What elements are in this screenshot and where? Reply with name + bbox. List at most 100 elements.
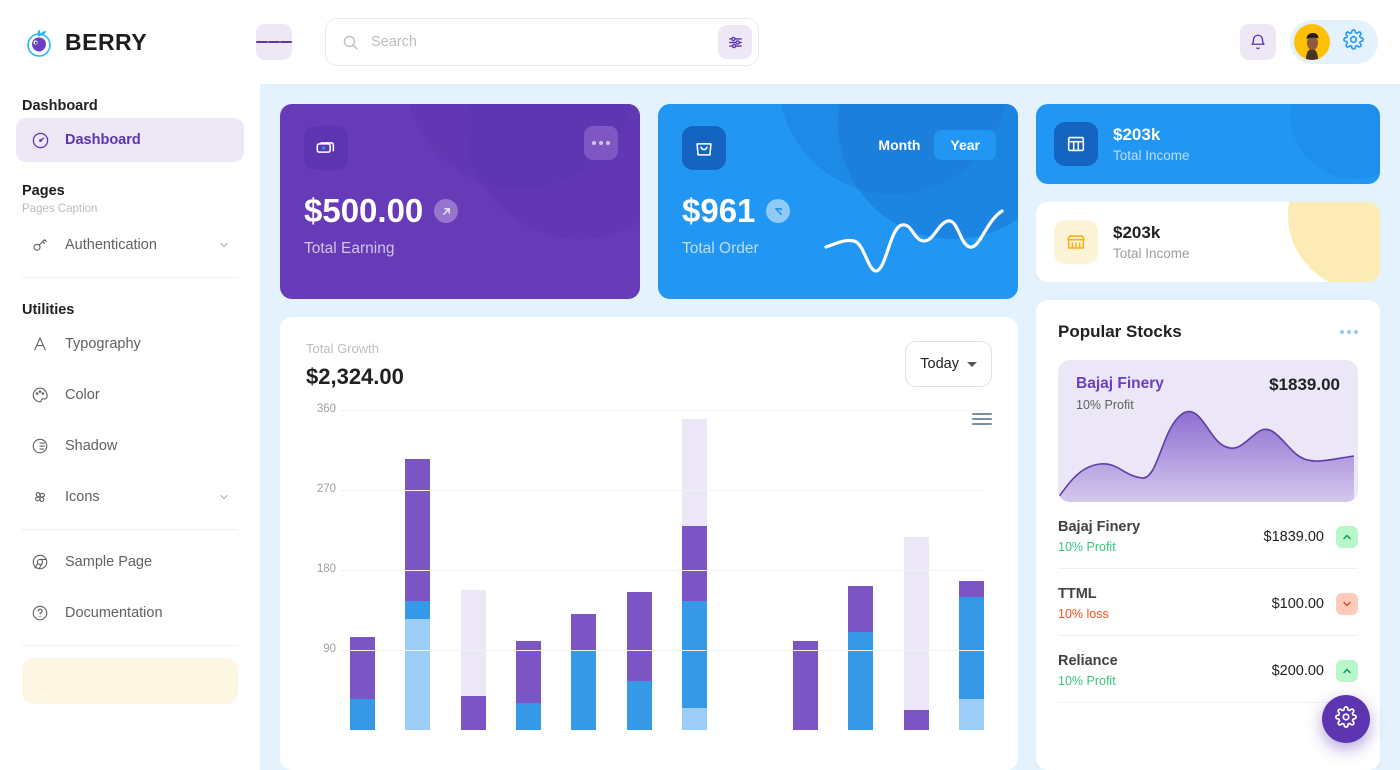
stock-change: 10% Profit bbox=[1058, 674, 1116, 688]
stock-row[interactable]: TTML 10% loss $100.00 bbox=[1058, 569, 1358, 636]
chart-bar-column[interactable] bbox=[682, 418, 708, 730]
sidebar-item-authentication[interactable]: Authentication bbox=[16, 223, 244, 267]
trend-down-icon bbox=[766, 199, 791, 223]
chevron-down-icon bbox=[1336, 592, 1358, 615]
growth-range-select[interactable]: Today bbox=[905, 341, 992, 387]
chart-bar-segment bbox=[460, 696, 486, 730]
store-icon bbox=[1054, 220, 1098, 264]
stock-name: Bajaj Finery bbox=[1058, 519, 1141, 535]
total-order-card: Month Year $961 Total Order bbox=[658, 104, 1018, 299]
chart-bar-segment bbox=[350, 698, 375, 730]
chevron-down-icon bbox=[218, 491, 230, 503]
chart-bar-column[interactable] bbox=[903, 537, 929, 730]
chart-bar-segment bbox=[903, 537, 929, 711]
chart-bar-segment bbox=[848, 586, 874, 633]
chart-y-tick: 360 bbox=[316, 403, 336, 415]
sidebar-item-color[interactable]: Color bbox=[16, 373, 244, 417]
icons-pinwheel-icon bbox=[30, 487, 50, 507]
chart-bar-segment bbox=[571, 650, 597, 730]
sidebar-item-label: Dashboard bbox=[65, 132, 141, 148]
search-input[interactable] bbox=[359, 34, 718, 50]
chart-gridline bbox=[340, 570, 984, 571]
chart-bar-column[interactable] bbox=[516, 641, 542, 730]
period-year-button[interactable]: Year bbox=[934, 130, 996, 160]
sidebar-item-typography[interactable]: Typography bbox=[16, 322, 244, 366]
sidebar-item-icons[interactable]: Icons bbox=[16, 475, 244, 519]
main-left-column: $500.00 Total Earning Month Year $961 To… bbox=[280, 104, 1018, 770]
sidebar-item-label: Authentication bbox=[65, 237, 157, 253]
settings-fab-button[interactable] bbox=[1322, 695, 1370, 743]
user-avatar bbox=[1294, 24, 1330, 60]
filter-sliders-icon[interactable] bbox=[718, 25, 752, 59]
stock-row-text: Reliance 10% Profit bbox=[1058, 653, 1118, 688]
chart-gridline bbox=[340, 410, 984, 411]
chart-bar-column[interactable] bbox=[792, 641, 818, 730]
chart-gridline bbox=[340, 490, 984, 491]
stock-row-text: TTML 10% loss bbox=[1058, 586, 1109, 621]
hamburger-menu-icon[interactable] bbox=[256, 24, 292, 60]
chevron-up-icon bbox=[1336, 525, 1358, 548]
total-earning-amount-row: $500.00 bbox=[304, 192, 616, 230]
sidebar-group-title-pages: Pages bbox=[22, 183, 65, 199]
chart-bar-segment bbox=[682, 418, 708, 526]
app-header: BERRY bbox=[0, 0, 1400, 84]
search-wrap bbox=[325, 18, 759, 66]
more-dots-icon[interactable] bbox=[1340, 330, 1358, 334]
growth-header: Total Growth $2,324.00 Today bbox=[280, 317, 1018, 390]
chart-bar-column[interactable] bbox=[848, 586, 874, 730]
key-icon bbox=[30, 235, 50, 255]
brand-zone: BERRY bbox=[0, 25, 260, 59]
sidebar-item-sample-page[interactable]: Sample Page bbox=[16, 540, 244, 584]
table-icon bbox=[1054, 122, 1098, 166]
sidebar-promo-card[interactable] bbox=[22, 658, 238, 704]
sidebar-item-documentation[interactable]: Documentation bbox=[16, 591, 244, 635]
app-root: BERRY Search Dashboard Dashboard Pages P… bbox=[0, 0, 1400, 770]
total-earning-amount: $500.00 bbox=[304, 192, 424, 229]
sidebar-item-shadow[interactable]: Shadow bbox=[16, 424, 244, 468]
chart-bar-segment bbox=[958, 596, 984, 699]
period-month-button[interactable]: Month bbox=[878, 137, 920, 153]
growth-amount: $2,324.00 bbox=[306, 364, 404, 389]
growth-bar-chart[interactable]: 90 180 270 360 bbox=[306, 403, 992, 730]
sidebar-divider bbox=[22, 277, 238, 278]
total-order-amount: $961 bbox=[682, 192, 756, 229]
sidebar-divider bbox=[22, 645, 238, 646]
search-box[interactable] bbox=[325, 18, 759, 66]
hero-stock-card[interactable]: Bajaj Finery 10% Profit $1839.00 bbox=[1058, 360, 1358, 502]
question-circle-icon bbox=[30, 603, 50, 623]
sidebar-item-label: Shadow bbox=[65, 438, 118, 454]
bell-icon[interactable] bbox=[1240, 24, 1276, 60]
sidebar-item-label: Documentation bbox=[65, 605, 163, 621]
chart-y-tick: 90 bbox=[323, 643, 336, 655]
profile-pill[interactable] bbox=[1290, 20, 1378, 64]
sidebar-item-label: Sample Page bbox=[65, 554, 153, 570]
chart-bar-column[interactable] bbox=[958, 580, 984, 730]
chart-y-tick: 180 bbox=[316, 563, 336, 575]
berry-logo-icon bbox=[22, 25, 56, 59]
stock-row[interactable]: Bajaj Finery 10% Profit $1839.00 bbox=[1058, 502, 1358, 569]
gear-icon[interactable] bbox=[1343, 29, 1364, 55]
palette-icon bbox=[30, 385, 50, 405]
sidebar-item-dashboard[interactable]: Dashboard bbox=[16, 118, 244, 162]
stock-row[interactable]: Reliance 10% Profit $200.00 bbox=[1058, 636, 1358, 703]
stock-name: TTML bbox=[1058, 586, 1097, 602]
chart-bar-column[interactable] bbox=[571, 614, 597, 730]
sidebar-divider bbox=[22, 529, 238, 530]
chart-bar-segment bbox=[682, 525, 708, 602]
stocks-header: Popular Stocks bbox=[1058, 322, 1358, 342]
sidebar-item-label: Color bbox=[65, 387, 100, 403]
gear-icon bbox=[1335, 705, 1357, 733]
stock-name: Reliance bbox=[1058, 653, 1118, 669]
stock-price: $200.00 bbox=[1271, 662, 1324, 679]
search-icon bbox=[342, 34, 359, 51]
chart-bar-column[interactable] bbox=[405, 458, 431, 730]
chart-bar-segment bbox=[460, 589, 486, 697]
typography-icon bbox=[30, 334, 50, 354]
card-menu-button[interactable] bbox=[584, 126, 618, 160]
total-income-card-blue: $203k Total Income bbox=[1036, 104, 1380, 184]
shadow-icon bbox=[30, 436, 50, 456]
total-earning-label: Total Earning bbox=[304, 240, 395, 257]
growth-range-label: Today bbox=[920, 356, 959, 372]
chart-bar-column[interactable] bbox=[460, 589, 486, 730]
chart-bar-column[interactable] bbox=[626, 592, 652, 730]
